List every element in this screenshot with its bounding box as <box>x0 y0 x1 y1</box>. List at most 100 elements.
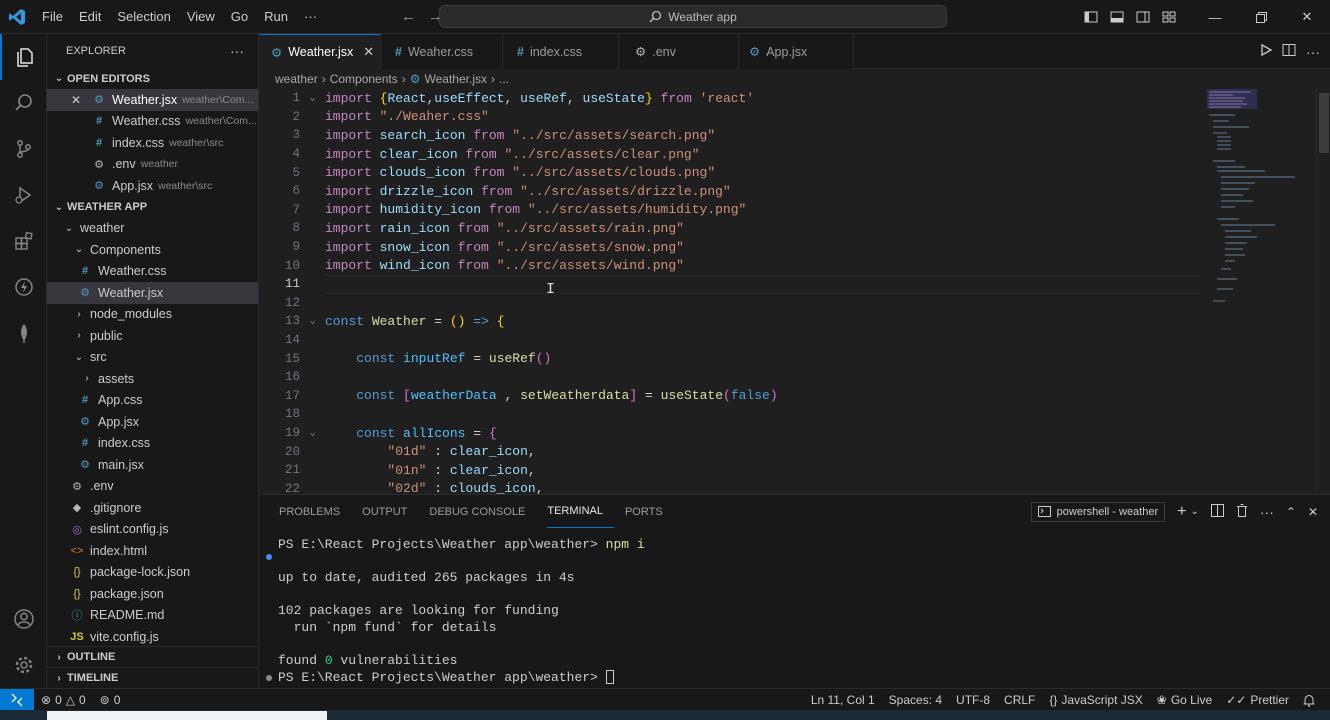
encoding[interactable]: UTF-8 <box>949 693 997 707</box>
folder-weather[interactable]: ⌄ weather <box>47 218 258 240</box>
file-readme[interactable]: ⓘ README.md <box>47 605 258 627</box>
panel-tab-output[interactable]: OUTPUT <box>362 495 418 528</box>
open-editor-item[interactable]: # index.css weather\src <box>47 132 258 154</box>
open-editor-item[interactable]: ⚙ App.jsx weather\src <box>47 175 258 197</box>
tab-weaher-css[interactable]: # Weaher.css <box>381 34 503 69</box>
menu-more[interactable]: ··· <box>296 0 325 34</box>
split-terminal-icon[interactable] <box>1210 503 1224 520</box>
more-actions-icon[interactable]: ··· <box>1260 504 1274 520</box>
maximize-panel-chevron-icon[interactable]: ⌃ <box>1286 505 1296 519</box>
file-weather-jsx[interactable]: ⚙ Weather.jsx <box>47 282 258 304</box>
minimize-icon[interactable]: — <box>1192 0 1238 34</box>
problems-status[interactable]: ⊗ 0 △ 0 <box>34 693 93 707</box>
menu-file[interactable]: File <box>34 0 71 34</box>
close-window-icon[interactable]: ✕ <box>1284 0 1330 34</box>
manage-gear-icon[interactable] <box>0 642 47 688</box>
file-index-css[interactable]: # index.css <box>47 433 258 455</box>
ports-status[interactable]: ⊚ 0 <box>93 693 128 707</box>
customize-layout-icon[interactable] <box>1156 0 1182 34</box>
more-actions-icon[interactable]: ··· <box>230 43 244 59</box>
tab-env[interactable]: ⚙ .env <box>619 34 739 69</box>
open-editor-item[interactable]: # Weather.css weather\Com... <box>47 111 258 133</box>
search-icon[interactable] <box>0 80 47 126</box>
file-index-html[interactable]: <> index.html <box>47 540 258 562</box>
command-center-search[interactable]: Weather app <box>439 5 947 28</box>
fold-chevron-icon[interactable]: ⌄ <box>300 92 325 104</box>
notifications-bell-icon[interactable] <box>1296 694 1322 707</box>
file-vite-config[interactable]: JS vite.config.js <box>47 626 258 648</box>
open-editor-item[interactable]: ⚙ .env weather <box>47 154 258 176</box>
menu-run[interactable]: Run <box>256 0 296 34</box>
menu-view[interactable]: View <box>179 0 223 34</box>
folder-public[interactable]: › public <box>47 325 258 347</box>
accounts-icon[interactable] <box>0 596 47 642</box>
line-ending[interactable]: CRLF <box>997 693 1042 707</box>
source-control-icon[interactable] <box>0 126 47 172</box>
fold-chevron-icon[interactable]: ⌄ <box>300 315 325 327</box>
weather-app-header[interactable]: ⌄ WEATHER APP <box>47 197 258 218</box>
run-debug-icon[interactable] <box>0 172 47 218</box>
new-terminal-plus-icon[interactable]: + <box>1177 503 1186 521</box>
fold-chevron-icon[interactable]: ⌄ <box>300 427 325 439</box>
terminal-output[interactable]: PS E:\React Projects\Weather app\weather… <box>266 537 1308 686</box>
panel-tab-ports[interactable]: PORTS <box>625 495 674 528</box>
terminal-selector[interactable]: powershell - weather <box>1030 501 1166 522</box>
more-actions-icon[interactable]: ··· <box>1306 44 1320 60</box>
timeline-header[interactable]: › TIMELINE <box>47 667 258 688</box>
file-app-jsx[interactable]: ⚙ App.jsx <box>47 411 258 433</box>
tab-weather-jsx[interactable]: ⚙ Weather.jsx ✕ <box>259 34 381 69</box>
outline-header[interactable]: › OUTLINE <box>47 646 258 667</box>
toggle-primary-sidebar-icon[interactable] <box>1078 0 1104 34</box>
language-mode[interactable]: {} JavaScript JSX <box>1042 693 1149 707</box>
file-app-css[interactable]: # App.css <box>47 390 258 412</box>
chevron-down-icon[interactable]: ⌄ <box>1190 506 1198 517</box>
folder-node-modules[interactable]: › node_modules <box>47 304 258 326</box>
panel-tab-debug-console[interactable]: DEBUG CONSOLE <box>429 495 536 528</box>
breadcrumb-item[interactable]: Weather.jsx <box>425 72 487 86</box>
folder-src[interactable]: ⌄ src <box>47 347 258 369</box>
toggle-panel-icon[interactable] <box>1104 0 1130 34</box>
file-main-jsx[interactable]: ⚙ main.jsx <box>47 454 258 476</box>
prettier-status[interactable]: ✓✓ Prettier <box>1219 693 1296 707</box>
file-package-lock[interactable]: {} package-lock.json <box>47 562 258 584</box>
extensions-icon[interactable] <box>0 218 47 264</box>
minimap[interactable] <box>1205 89 1315 494</box>
close-panel-icon[interactable]: ✕ <box>1308 505 1318 519</box>
thunder-client-icon[interactable] <box>0 264 47 310</box>
go-live-button[interactable]: ❀ Go Live <box>1150 693 1219 707</box>
editor-scrollbar[interactable] <box>1316 89 1330 494</box>
code-editor[interactable]: 1 ⌄ import {React,useEffect, useRef, useS… <box>259 89 1330 494</box>
restore-icon[interactable] <box>1238 0 1284 34</box>
explorer-icon[interactable] <box>0 34 47 80</box>
close-icon[interactable]: ✕ <box>71 93 81 107</box>
split-editor-icon[interactable] <box>1282 43 1296 60</box>
file-eslint-config[interactable]: ◎ eslint.config.js <box>47 519 258 541</box>
open-editor-item[interactable]: ✕ ⚙ Weather.jsx weather\Com... <box>47 89 258 111</box>
menu-go[interactable]: Go <box>223 0 256 34</box>
back-arrow-icon[interactable]: ← <box>395 8 422 25</box>
mongodb-leaf-icon[interactable] <box>0 310 47 356</box>
folder-assets[interactable]: › assets <box>47 368 258 390</box>
breadcrumb-item[interactable]: weather <box>275 72 318 86</box>
menu-edit[interactable]: Edit <box>71 0 109 34</box>
folder-components[interactable]: ⌄ Components <box>47 239 258 261</box>
trash-icon[interactable] <box>1236 503 1248 520</box>
run-file-icon[interactable] <box>1260 43 1273 59</box>
menu-selection[interactable]: Selection <box>109 0 178 34</box>
open-editors-header[interactable]: ⌄ OPEN EDITORS <box>47 68 258 89</box>
tab-app-jsx[interactable]: ⚙ App.jsx <box>739 34 854 69</box>
toggle-secondary-sidebar-icon[interactable] <box>1130 0 1156 34</box>
indentation[interactable]: Spaces: 4 <box>882 693 949 707</box>
panel-tab-terminal[interactable]: TERMINAL <box>547 495 614 528</box>
cursor-position[interactable]: Ln 11, Col 1 <box>804 693 882 707</box>
file-env[interactable]: ⚙ .env <box>47 476 258 498</box>
file-weather-css[interactable]: # Weather.css <box>47 261 258 283</box>
remote-indicator-icon[interactable] <box>0 688 34 711</box>
close-icon[interactable]: ✕ <box>363 44 374 60</box>
panel-tab-problems[interactable]: PROBLEMS <box>279 495 351 528</box>
file-package-json[interactable]: {} package.json <box>47 583 258 605</box>
breadcrumb-item[interactable]: Components <box>330 72 398 86</box>
breadcrumb-item[interactable]: ... <box>499 72 509 86</box>
file-gitignore[interactable]: ◆ .gitignore <box>47 497 258 519</box>
tab-index-css[interactable]: # index.css <box>503 34 619 69</box>
